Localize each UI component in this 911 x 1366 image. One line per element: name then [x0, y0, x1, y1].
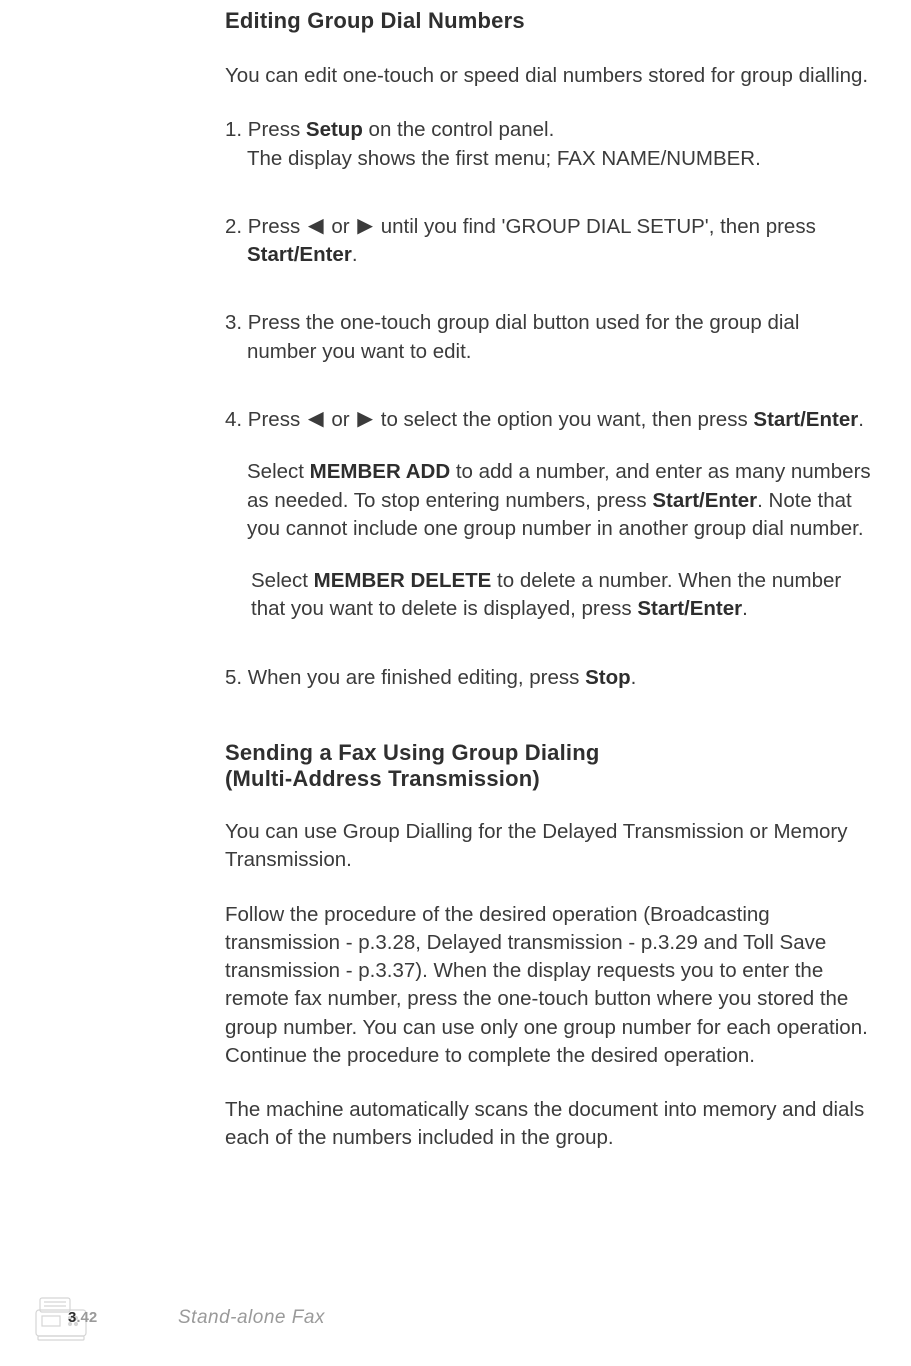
step-5: 5. When you are finished editing, press … — [225, 664, 881, 692]
start-enter-bold: Start/Enter — [637, 597, 742, 620]
text: Select — [247, 460, 310, 483]
start-enter-bold: Start/Enter — [652, 489, 757, 512]
text: or — [326, 215, 356, 238]
text: . — [742, 597, 748, 620]
step-1-line1: 1. Press Setup on the control panel. — [225, 118, 554, 141]
member-add-bold: MEMBER ADD — [310, 460, 450, 483]
left-arrow-icon: ◀ — [308, 212, 324, 240]
text: 5. When you are finished editing, press — [225, 666, 585, 689]
text: 4. Press — [225, 408, 306, 431]
send-paragraph-2: Follow the procedure of the desired oper… — [225, 901, 881, 1071]
text: 2. Press — [225, 215, 306, 238]
text: or — [326, 408, 356, 431]
page-sub: .42 — [76, 1309, 97, 1326]
page-number: 3.42 — [68, 1309, 97, 1326]
text: Select — [251, 569, 314, 592]
stop-bold: Stop — [585, 666, 631, 689]
page-content: Editing Group Dial Numbers You can edit … — [0, 8, 911, 1153]
start-enter-bold: Start/Enter — [247, 243, 352, 266]
step-1: 1. Press Setup on the control panel. The… — [225, 116, 881, 173]
step-4-member-delete: Select MEMBER DELETE to delete a number.… — [225, 567, 881, 624]
page-footer: 3.42 Stand-alone Fax — [30, 1292, 325, 1344]
text: . — [631, 666, 637, 689]
text: on the control panel. — [363, 118, 554, 141]
setup-bold: Setup — [306, 118, 363, 141]
member-delete-bold: MEMBER DELETE — [314, 569, 492, 592]
footer-label: Stand-alone Fax — [178, 1307, 325, 1329]
left-arrow-icon: ◀ — [308, 405, 324, 433]
right-arrow-icon: ▶ — [357, 405, 373, 433]
send-paragraph-1: You can use Group Dialling for the Delay… — [225, 818, 881, 875]
intro-paragraph: You can edit one-touch or speed dial num… — [225, 62, 881, 90]
heading-line1: Sending a Fax Using Group Dialing — [225, 740, 881, 766]
step-3-line1: 3. Press the one-touch group dial button… — [225, 311, 799, 334]
text: . — [352, 243, 358, 266]
step-2-line1: 2. Press ◀ or ▶ until you find 'GROUP DI… — [225, 215, 816, 238]
text: . — [858, 408, 864, 431]
right-arrow-icon: ▶ — [357, 212, 373, 240]
text: to select the option you want, then pres… — [375, 408, 753, 431]
step-4-line1: 4. Press ◀ or ▶ to select the option you… — [225, 408, 864, 431]
text: 1. Press — [225, 118, 306, 141]
send-paragraph-3: The machine automatically scans the docu… — [225, 1096, 881, 1153]
heading-line2: (Multi-Address Transmission) — [225, 766, 881, 792]
heading-sending-fax-group: Sending a Fax Using Group Dialing (Multi… — [225, 740, 881, 792]
step-3: 3. Press the one-touch group dial button… — [225, 309, 881, 366]
step-1-cont: The display shows the first menu; FAX NA… — [225, 145, 881, 173]
step-3-cont: number you want to edit. — [225, 338, 881, 366]
step-2: 2. Press ◀ or ▶ until you find 'GROUP DI… — [225, 213, 881, 270]
step-2-cont: Start/Enter. — [225, 241, 881, 269]
heading-editing-group-dial: Editing Group Dial Numbers — [225, 8, 881, 34]
start-enter-bold: Start/Enter — [753, 408, 858, 431]
step-4-member-add: Select MEMBER ADD to add a number, and e… — [225, 458, 881, 543]
step-4: 4. Press ◀ or ▶ to select the option you… — [225, 406, 881, 624]
text: until you find 'GROUP DIAL SETUP', then … — [375, 215, 816, 238]
step-5-line1: 5. When you are finished editing, press … — [225, 666, 636, 689]
